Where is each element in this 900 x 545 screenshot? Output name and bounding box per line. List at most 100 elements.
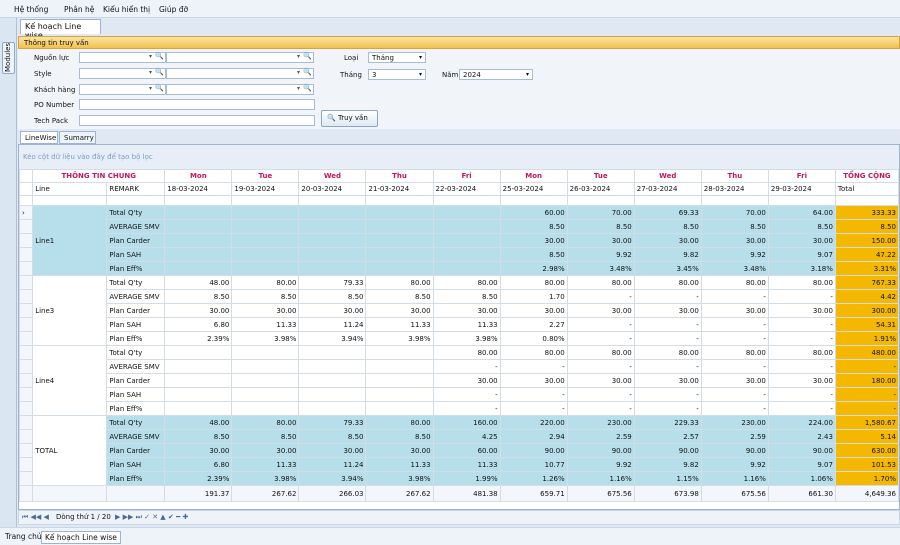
value-cell[interactable]: 11.33: [365, 457, 434, 472]
table-row[interactable]: Plan Carder 30.00 30.00 30.00 30.00 30.00 30.0…: [19, 373, 899, 388]
modules-tab[interactable]: Modules: [2, 42, 15, 74]
value-cell[interactable]: [298, 359, 367, 374]
value-cell[interactable]: -: [566, 331, 635, 346]
value-cell[interactable]: 11.33: [231, 457, 300, 472]
value-cell[interactable]: 30.00: [499, 373, 568, 388]
value-cell[interactable]: 30.00: [231, 303, 300, 318]
value-cell[interactable]: 30.00: [767, 303, 836, 318]
table-row[interactable]: AVERAGE SMV - - - - - - -: [19, 359, 899, 374]
value-cell[interactable]: 4.25: [432, 429, 501, 444]
remark-cell[interactable]: AVERAGE SMV: [106, 429, 166, 444]
row-indicator[interactable]: [19, 247, 34, 262]
total-cell[interactable]: 150.00: [834, 233, 899, 248]
table-row[interactable]: AVERAGE SMV 8.50 8.50 8.50 8.50 4.25 2.94 2.59 2…: [19, 429, 899, 444]
value-cell[interactable]: -: [700, 387, 769, 402]
row-indicator[interactable]: [19, 219, 34, 234]
row-indicator[interactable]: [19, 471, 34, 486]
value-cell[interactable]: 64.00: [767, 205, 836, 220]
table-row[interactable]: Plan SAH 6.80 11.33 11.24 11.33 11.33 10.77 9.9…: [19, 457, 899, 472]
value-cell[interactable]: 229.33: [633, 415, 702, 430]
value-cell[interactable]: -: [432, 401, 501, 416]
value-cell[interactable]: 1.16%: [700, 471, 769, 486]
value-cell[interactable]: [365, 373, 434, 388]
value-cell[interactable]: 30.00: [700, 373, 769, 388]
value-cell[interactable]: 11.24: [298, 457, 367, 472]
nav-next-last-edit-icons[interactable]: ▶ ▶▶ ⏭ ✓ ✕ ▲ ✔ ━ ✚: [115, 513, 188, 522]
col-header-line[interactable]: Line: [32, 182, 108, 196]
nam-select[interactable]: 2024 ▾: [459, 69, 533, 80]
value-cell[interactable]: 11.33: [231, 317, 300, 332]
value-cell[interactable]: 8.50: [767, 219, 836, 234]
value-cell[interactable]: [164, 205, 233, 220]
value-cell[interactable]: 30.00: [633, 233, 702, 248]
value-cell[interactable]: 9.92: [566, 247, 635, 262]
col-header-date[interactable]: 27-03-2024: [633, 182, 702, 196]
row-indicator[interactable]: [19, 457, 34, 472]
remark-cell[interactable]: AVERAGE SMV: [106, 359, 166, 374]
table-row[interactable]: Plan Carder 30.00 30.00 30.00 30.00 30.00 30.0…: [19, 303, 899, 318]
value-cell[interactable]: -: [767, 317, 836, 332]
style-code-input[interactable]: ▾ 🔍: [79, 68, 166, 79]
value-cell[interactable]: 90.00: [700, 443, 769, 458]
value-cell[interactable]: 60.00: [499, 205, 568, 220]
value-cell[interactable]: 1.99%: [432, 471, 501, 486]
value-cell[interactable]: 2.43: [767, 429, 836, 444]
value-cell[interactable]: 3.98%: [432, 331, 501, 346]
value-cell[interactable]: [432, 205, 501, 220]
total-cell[interactable]: 1,580.67: [834, 415, 899, 430]
value-cell[interactable]: 8.50: [231, 289, 300, 304]
value-cell[interactable]: 30.00: [767, 233, 836, 248]
remark-cell[interactable]: Plan Carder: [106, 233, 166, 248]
value-cell[interactable]: [164, 373, 233, 388]
value-cell[interactable]: -: [499, 387, 568, 402]
total-cell[interactable]: 3.31%: [834, 261, 899, 276]
remark-cell[interactable]: Plan Eff%: [106, 401, 166, 416]
nav-first-prev-icons[interactable]: ⏮ ◀◀ ◀: [22, 513, 49, 522]
value-cell[interactable]: 2.59: [700, 429, 769, 444]
nguon-luc-name-input[interactable]: ▾ 🔍: [166, 52, 314, 63]
table-row[interactable]: TOTAL Total Q'ty 48.00 80.00 79.33 80.00 160.0…: [19, 415, 899, 486]
value-cell[interactable]: 80.00: [365, 415, 434, 430]
table-row[interactable]: Plan SAH - - - - - - -: [19, 387, 899, 402]
row-indicator[interactable]: [19, 373, 34, 388]
row-indicator[interactable]: ›: [19, 205, 34, 220]
total-cell[interactable]: 180.00: [834, 373, 899, 388]
value-cell[interactable]: 3.45%: [633, 261, 702, 276]
value-cell[interactable]: 30.00: [700, 303, 769, 318]
value-cell[interactable]: [231, 247, 300, 262]
remark-cell[interactable]: Total Q'ty: [106, 205, 166, 220]
khach-hang-name-input[interactable]: ▾ 🔍: [166, 84, 314, 95]
total-cell[interactable]: 8.50: [834, 219, 899, 234]
value-cell[interactable]: [365, 247, 434, 262]
remark-cell[interactable]: AVERAGE SMV: [106, 289, 166, 304]
value-cell[interactable]: 80.00: [700, 345, 769, 360]
value-cell[interactable]: 2.98%: [499, 261, 568, 276]
value-cell[interactable]: 80.00: [566, 275, 635, 290]
value-cell[interactable]: [231, 205, 300, 220]
total-cell[interactable]: 47.22: [834, 247, 899, 262]
row-indicator[interactable]: [19, 233, 34, 248]
value-cell[interactable]: 8.50: [566, 219, 635, 234]
remark-cell[interactable]: Total Q'ty: [106, 275, 166, 290]
value-cell[interactable]: [231, 233, 300, 248]
value-cell[interactable]: 70.00: [566, 205, 635, 220]
value-cell[interactable]: [298, 205, 367, 220]
remark-cell[interactable]: Plan Eff%: [106, 331, 166, 346]
remark-cell[interactable]: Plan Carder: [106, 303, 166, 318]
group-panel[interactable]: Kéo cột dữ liệu vào đây để tạo bộ lọc: [19, 145, 899, 169]
tab-linewise[interactable]: LineWise: [20, 131, 58, 144]
value-cell[interactable]: 90.00: [499, 443, 568, 458]
table-row[interactable]: Line4 Total Q'ty 80.00 80.00 80.00 80.00 80.00…: [19, 345, 899, 416]
value-cell[interactable]: 80.00: [767, 275, 836, 290]
value-cell[interactable]: [298, 387, 367, 402]
row-indicator[interactable]: [19, 345, 34, 360]
table-row[interactable]: Plan Eff% 2.39% 3.98% 3.94% 3.98% 1.99% 1.26% 1…: [19, 471, 899, 486]
value-cell[interactable]: 80.00: [633, 345, 702, 360]
value-cell[interactable]: 30.00: [365, 443, 434, 458]
value-cell[interactable]: [432, 261, 501, 276]
total-cell[interactable]: 5.14: [834, 429, 899, 444]
table-row[interactable]: Plan Eff% 2.39% 3.98% 3.94% 3.98% 3.98% 0.80% -…: [19, 331, 899, 346]
value-cell[interactable]: 3.18%: [767, 261, 836, 276]
value-cell[interactable]: 3.48%: [566, 261, 635, 276]
value-cell[interactable]: 3.48%: [700, 261, 769, 276]
